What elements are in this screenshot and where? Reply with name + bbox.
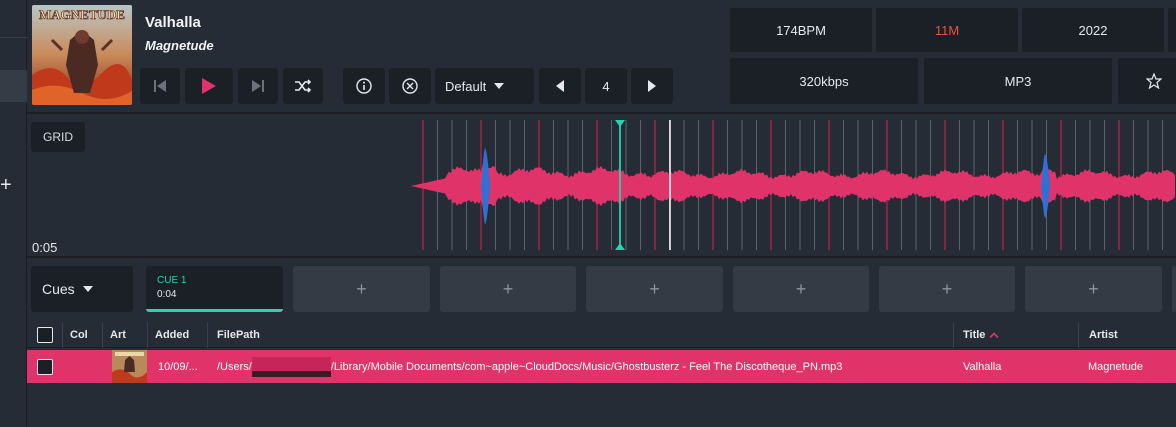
caret-down-icon [82,286,93,292]
add-icon[interactable]: + [0,175,12,195]
play-icon [202,78,216,94]
row-checkbox[interactable] [37,358,53,375]
row-artist: Magnetude [1088,360,1144,373]
row-album-art [112,350,147,383]
cues-dropdown[interactable]: Cues [31,266,133,312]
svg-text:MAGNETUDE: MAGNETUDE [39,7,125,22]
filepath-suffix: /Library/Mobile Documents/com~apple~Clou… [330,360,843,373]
track-artist: Magnetude [145,38,214,53]
caret-down-icon [494,83,505,89]
cue-slot-4[interactable]: + [586,266,723,312]
header-art[interactable]: Art [103,322,148,348]
info-icon [356,78,372,94]
waveform-panel[interactable]: GRID 0:05 [27,112,1176,258]
extra-tile [1168,8,1176,52]
cue-slot-3[interactable]: + [440,266,576,312]
sidebar-selected-item[interactable] [0,70,27,102]
row-art [112,350,147,383]
transient-spike [481,148,490,224]
skip-back-icon [154,80,166,92]
row-added: 10/09/... [158,360,198,373]
track-table: Col Art Added FilePath Title Artist 10/0… [27,322,1176,427]
cue-slot-7[interactable]: + [1025,266,1162,312]
cue-slot-2[interactable]: + [293,266,430,312]
eject-button[interactable] [389,68,431,104]
caret-right-icon [648,80,656,92]
close-circle-icon [402,78,418,94]
header-artist[interactable]: Artist [1079,322,1176,348]
filepath-prefix: /Users/ [217,360,252,373]
page-number: 4 [585,68,627,104]
position-time: 0:05 [32,240,58,255]
preset-dropdown[interactable]: Default [435,68,534,104]
preset-label: Default [445,78,487,94]
cue-slot-8[interactable] [1172,266,1176,312]
bitrate-tile: 320kbps [730,58,918,104]
key-tile: 11M [876,8,1018,52]
shuffle-icon [295,79,312,93]
grid-button[interactable]: GRID [31,122,85,152]
page-next-button[interactable] [631,68,673,104]
next-button[interactable] [238,68,278,104]
cue-slot-1[interactable]: CUE 1 0:04 [146,266,283,312]
play-button[interactable] [185,68,233,104]
cue-time: 0:04 [157,289,177,300]
table-header: Col Art Added FilePath Title Artist [27,322,1176,348]
left-sidebar: + [0,0,27,427]
redacted-username [251,356,331,377]
info-button[interactable] [343,68,385,104]
header-filepath[interactable]: FilePath [208,322,954,348]
header-col[interactable]: Col [63,322,103,348]
page-prev-button[interactable] [539,68,581,104]
cue-marker-bottom [615,243,625,250]
cue-marker-top [615,120,625,127]
row-select[interactable] [37,350,63,383]
waveform[interactable] [27,114,1176,256]
header-select[interactable] [27,322,63,348]
star-icon [1146,73,1162,89]
cue-slot-5[interactable]: + [733,266,869,312]
now-playing-bar: MAGNETUDE Valhalla Magnetude Default 4 1… [27,0,1176,110]
table-row[interactable]: 10/09/... /Users/ /Library/Mobile Documen… [27,350,1176,383]
bpm-tile: 174BPM [730,8,872,52]
sort-ascending-icon [989,332,999,338]
album-art: MAGNETUDE [32,5,132,105]
shuffle-button[interactable] [283,68,323,104]
previous-button[interactable] [140,68,180,104]
format-tile: MP3 [924,58,1112,104]
select-all-checkbox[interactable] [37,327,53,343]
transient-spike [1041,154,1050,218]
cues-dropdown-label: Cues [42,281,75,297]
caret-left-icon [556,80,564,92]
rating-tile[interactable] [1118,58,1176,104]
cue-name: CUE 1 [157,275,187,286]
track-title: Valhalla [145,14,201,31]
year-tile: 2022 [1022,8,1164,52]
skip-forward-icon [252,80,264,92]
row-filepath: /Users/ /Library/Mobile Documents/com~app… [217,350,952,383]
header-title-label: Title [963,329,986,341]
sidebar-divider [0,37,27,38]
cue-slot-6[interactable]: + [879,266,1015,312]
cues-row: Cues CUE 1 0:04 + + + + + + [27,260,1176,318]
header-added[interactable]: Added [148,322,208,348]
header-title[interactable]: Title [954,322,1079,348]
row-title: Valhalla [963,360,1002,373]
